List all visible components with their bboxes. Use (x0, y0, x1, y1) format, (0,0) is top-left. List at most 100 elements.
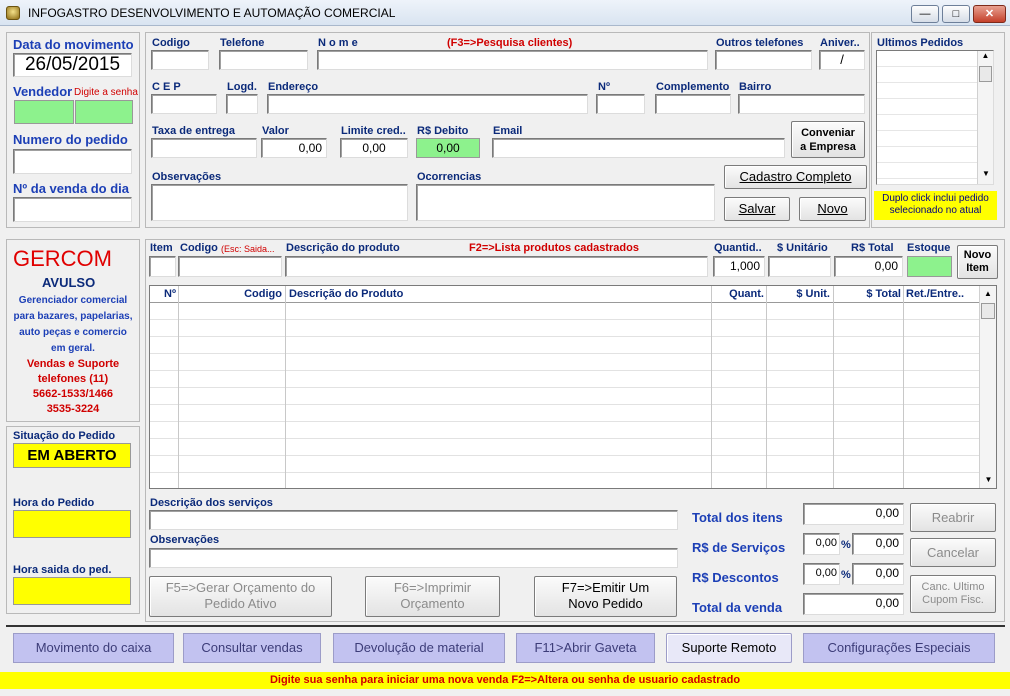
col-quant: Quant. (729, 288, 764, 300)
total-item-field[interactable]: 0,00 (834, 256, 903, 277)
ultimos-pedidos-list[interactable]: ▲ ▼ (876, 50, 994, 185)
f7-line-1: F7=>Emitir Um (561, 580, 650, 595)
gerar-orcamento-button[interactable]: F5=>Gerar Orçamento do Pedido Ativo (149, 576, 332, 617)
maximize-icon[interactable]: □ (942, 5, 970, 23)
unitario-field[interactable] (768, 256, 831, 277)
descricao-produto-field[interactable] (285, 256, 708, 277)
total-item-label: R$ Total (851, 242, 894, 254)
servicos-value-field[interactable]: 0,00 (852, 533, 904, 555)
endereco-field[interactable] (267, 94, 588, 114)
nome-field[interactable] (317, 50, 708, 70)
scroll-down-icon[interactable]: ▼ (978, 169, 993, 183)
telefone-field[interactable] (219, 50, 308, 70)
numero-label: Nº (598, 81, 610, 93)
outros-telefones-field[interactable] (715, 50, 812, 70)
logd-field[interactable] (226, 94, 258, 114)
brand-desc-3: auto peças e comercio (19, 327, 127, 338)
numero-pedido-label: Numero do pedido (13, 132, 128, 147)
total-venda-label: Total da venda (692, 600, 783, 615)
ocorrencias-field[interactable] (416, 184, 715, 221)
vendedor-name-field[interactable] (75, 100, 133, 124)
cadastro-completo-button[interactable]: Cadastro Completo (724, 165, 867, 189)
taxa-entrega-label: Taxa de entrega (152, 125, 235, 137)
observacoes-cliente-field[interactable] (151, 184, 408, 221)
codigo-cliente-field[interactable] (151, 50, 209, 70)
grid-scroll-up-icon[interactable]: ▲ (980, 286, 996, 302)
brand-name: GERCOM (13, 246, 112, 271)
abrir-gaveta-button[interactable]: F11>Abrir Gaveta (516, 633, 655, 663)
descontos-label: R$ Descontos (692, 570, 779, 585)
consultar-vendas-button[interactable]: Consultar vendas (183, 633, 321, 663)
imprimir-orcamento-button[interactable]: F6=>Imprimir Orçamento (365, 576, 500, 617)
debito-field: 0,00 (416, 138, 480, 158)
codigo-produto-hint: (Esc: Saida... (221, 244, 275, 254)
bairro-field[interactable] (738, 94, 865, 114)
movimento-caixa-button[interactable]: Movimento do caixa (13, 633, 174, 663)
emitir-pedido-button[interactable]: F7=>Emitir Um Novo Pedido (534, 576, 677, 617)
configuracoes-especiais-button[interactable]: Configurações Especiais (803, 633, 995, 663)
observacoes-pedido-field[interactable] (149, 548, 678, 568)
venda-dia-field[interactable] (13, 197, 132, 222)
cep-field[interactable] (151, 94, 217, 114)
data-movimento-label: Data do movimento (13, 37, 134, 52)
unitario-label: $ Unitário (777, 242, 828, 254)
total-itens-field: 0,00 (803, 503, 904, 525)
numero-pedido-field[interactable] (13, 149, 132, 174)
hora-saida-field (13, 577, 131, 605)
taxa-entrega-field[interactable] (151, 138, 257, 158)
novo-item-line-2: Item (966, 262, 989, 274)
scroll-thumb[interactable] (979, 66, 992, 82)
nome-label: N o m e (318, 37, 358, 49)
complemento-field[interactable] (655, 94, 731, 114)
ultimos-scrollbar[interactable]: ▲ ▼ (977, 51, 993, 184)
suporte-remoto-button[interactable]: Suporte Remoto (666, 633, 792, 663)
salvar-button[interactable]: Salvar (724, 197, 790, 221)
grid-scroll-down-icon[interactable]: ▼ (980, 472, 996, 488)
complemento-label: Complemento (656, 81, 730, 93)
debito-label: R$ Debito (417, 125, 469, 137)
item-field[interactable] (149, 256, 176, 277)
vendedor-code-field[interactable] (14, 100, 74, 124)
ultimos-pedidos-hint: Duplo click inclui pedido selecionado no… (874, 191, 997, 220)
descontos-value-field[interactable]: 0,00 (852, 563, 904, 585)
codigo-produto-field[interactable] (178, 256, 282, 277)
conveniar-line-2: a Empresa (800, 141, 856, 153)
servicos-pct-field[interactable]: 0,00 (803, 533, 840, 555)
grid-scrollbar[interactable]: ▲ ▼ (979, 286, 996, 488)
aniver-field[interactable]: / (819, 50, 865, 70)
grid-scroll-thumb[interactable] (981, 303, 995, 319)
novo-button[interactable]: Novo (799, 197, 866, 221)
title-bar: INFOGASTRO DESENVOLVIMENTO E AUTOMAÇÃO C… (0, 0, 1010, 26)
quantidade-field[interactable]: 1,000 (713, 256, 765, 277)
valor-field[interactable]: 0,00 (261, 138, 327, 158)
canc-line-1: Canc. Ultimo (921, 581, 985, 593)
grid-rows (150, 286, 979, 488)
estoque-field (907, 256, 952, 277)
novo-item-button[interactable]: Novo Item (957, 245, 998, 279)
hora-saida-label: Hora saida do ped. (13, 564, 112, 576)
descontos-pct-sign: % (841, 569, 851, 581)
email-field[interactable] (492, 138, 785, 158)
brand-sup-4: 3535-3224 (46, 403, 100, 415)
close-icon[interactable]: ✕ (973, 5, 1006, 23)
servicos-field[interactable] (149, 510, 678, 530)
descontos-pct-field[interactable]: 0,00 (803, 563, 840, 585)
devolucao-material-button[interactable]: Devolução de material (333, 633, 505, 663)
movimento-panel: Data do movimento 26/05/2015 Vendedor Di… (6, 32, 140, 228)
cep-label: C E P (152, 81, 181, 93)
reabrir-button[interactable]: Reabrir (910, 503, 996, 532)
items-grid[interactable]: Nº Codigo Descrição do Produto Quant. $ … (149, 285, 997, 489)
conveniar-empresa-button[interactable]: Conveniar a Empresa (791, 121, 865, 158)
scroll-up-icon[interactable]: ▲ (978, 51, 993, 65)
total-itens-label: Total dos itens (692, 510, 783, 525)
minimize-icon[interactable]: — (911, 5, 939, 23)
cancelar-button[interactable]: Cancelar (910, 538, 996, 567)
situacao-label: Situação do Pedido (13, 430, 116, 442)
col-ret-entre: Ret./Entre.. (906, 288, 965, 300)
cancelar-cupom-button[interactable]: Canc. Ultimo Cupom Fisc. (910, 575, 996, 613)
venda-dia-label: Nº da venda do dia (13, 181, 129, 196)
limite-credito-field[interactable]: 0,00 (340, 138, 408, 158)
data-movimento-field[interactable]: 26/05/2015 (13, 53, 132, 77)
col-unit: $ Unit. (796, 288, 830, 300)
numero-field[interactable] (596, 94, 645, 114)
